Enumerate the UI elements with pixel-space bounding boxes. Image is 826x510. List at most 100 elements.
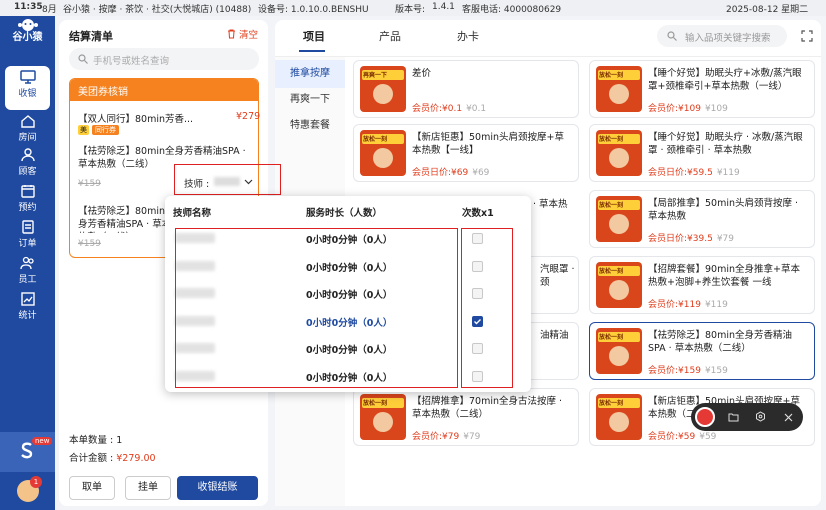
service-name: 【局部推拿】50min头肩颈背按摩 · 草本热敷 xyxy=(648,198,799,222)
service-thumbnail: 放松一刻 xyxy=(360,130,406,176)
service-card[interactable]: 再爽一下 差价会员价:¥0.1 ¥0.1 xyxy=(353,60,579,118)
calendar-icon xyxy=(20,185,35,198)
original-price: ¥69 xyxy=(472,168,490,178)
highlight-technician-selector xyxy=(174,164,281,195)
cart-item-orig-price: ¥159 xyxy=(78,239,101,249)
service-thumbnail: 放松一刻 xyxy=(596,394,642,440)
service-card[interactable]: 放松一刻 【祛劳除乏】80min全身芳香精油SPA · 草本热敷（二线） 会员价:¥… xyxy=(589,322,815,380)
thumbnail-label: 放松一刻 xyxy=(599,72,624,79)
tab-cards[interactable]: 办卡 xyxy=(457,28,479,44)
tab-services[interactable]: 项目 xyxy=(303,28,325,44)
search-icon xyxy=(78,54,88,64)
service-name-fragment: · 草本热 xyxy=(533,199,568,210)
service-name: 【招牌套餐】90min全身推拿+草本热敷+泡脚+养生饮套餐 一线 xyxy=(648,264,800,288)
clear-label: 清空 xyxy=(239,30,259,41)
service-card[interactable]: 放松一刻 【局部推拿】50min头肩颈背按摩 · 草本热敷 会员日价:¥39.5 ¥7… xyxy=(589,190,815,248)
nav-label: 房间 xyxy=(18,133,37,143)
mascot-icon xyxy=(373,148,393,168)
nav-item-statistics[interactable]: 统计 xyxy=(0,288,55,332)
hold-order-button[interactable]: 挂单 xyxy=(125,476,171,500)
service-price: 会员价:¥159 ¥159 xyxy=(648,363,728,376)
divider xyxy=(275,56,821,57)
nav-label: 统计 xyxy=(18,311,37,321)
mascot-icon xyxy=(609,412,629,432)
service-name: 差价 xyxy=(412,68,432,79)
mascot-icon xyxy=(373,84,393,104)
member-search-input[interactable]: 手机号或姓名查询 xyxy=(69,48,259,70)
version-value: 1.4.1 xyxy=(432,2,455,12)
search-placeholder: 手机号或姓名查询 xyxy=(93,56,170,67)
member-price: 会员价:¥109 xyxy=(648,104,701,114)
mascot-icon xyxy=(609,84,629,104)
member-price: 会员价:¥119 xyxy=(648,300,701,310)
service-price: 会员价:¥0.1 ¥0.1 xyxy=(412,101,486,114)
service-thumbnail: 放松一刻 xyxy=(596,328,642,374)
app-switch-button[interactable]: new xyxy=(0,432,55,472)
checkout-button[interactable]: 收银结账 xyxy=(177,476,258,500)
thumbnail-label: 再爽一下 xyxy=(363,72,388,79)
mascot-icon xyxy=(609,346,629,366)
tab-products[interactable]: 产品 xyxy=(379,28,401,44)
category-relax[interactable]: 再爽一下 xyxy=(275,86,345,114)
service-price: 会员日价:¥59.5 ¥119 xyxy=(648,165,740,178)
thumbnail-label: 放松一刻 xyxy=(363,400,388,407)
nav-label: 顾客 xyxy=(18,167,37,177)
avatar[interactable]: 1 xyxy=(17,476,42,502)
service-thumbnail: 放松一刻 xyxy=(596,66,642,112)
thumbnail-label: 放松一刻 xyxy=(599,400,624,407)
count-row: 本单数量 : 1 xyxy=(69,432,122,446)
record-button[interactable] xyxy=(695,407,715,427)
close-icon[interactable] xyxy=(784,413,793,422)
statistics-icon xyxy=(20,292,35,306)
nav-label: 收银 xyxy=(18,89,37,99)
cart-item-name[interactable]: 【祛劳除乏】80min全身芳香精油SPA · 草本热敷（二线） xyxy=(78,205,178,233)
cancel-order-button[interactable]: 取单 xyxy=(69,476,115,500)
meituan-tag: 美 xyxy=(78,125,89,135)
mascot-icon xyxy=(609,214,629,234)
mascot-icon xyxy=(609,148,629,168)
member-price: 会员日价:¥59.5 xyxy=(648,168,713,178)
service-card[interactable]: 放松一刻 【招牌推拿】70min全身古法按摩 · 草本热敷（二线） 会员价:¥79 ¥… xyxy=(353,388,579,446)
staff-icon xyxy=(19,256,34,270)
highlight-technician-names xyxy=(175,228,458,388)
service-thumbnail: 放松一刻 xyxy=(596,130,642,176)
service-name-fragment: 油精油 xyxy=(540,330,569,341)
original-price: ¥59 xyxy=(699,432,717,442)
service-name: 【祛劳除乏】80min全身芳香精油SPA · 草本热敷（二线） xyxy=(648,330,793,354)
service-card[interactable]: 放松一刻 【睡个好觉】助眠头疗 · 冰敷/蒸汽眼罩 · 颈椎牵引 · 草本热敷 会员… xyxy=(589,124,815,182)
header-count: 次数x1 xyxy=(462,208,494,219)
count-value: 1 xyxy=(116,435,123,446)
folder-icon[interactable] xyxy=(728,412,739,422)
category-special-package[interactable]: 特惠套餐 xyxy=(275,112,345,140)
cart-item-name[interactable]: 【双人同行】80min芳香... xyxy=(78,111,193,125)
header-technician-name: 技师名称 xyxy=(173,208,212,219)
service-card[interactable]: 放松一刻 【招牌套餐】90min全身推拿+草本热敷+泡脚+养生饮套餐 一线会员价:… xyxy=(589,256,815,314)
screen-recorder-toolbar xyxy=(691,403,803,431)
service-card[interactable]: 放松一刻 【睡个好觉】助眠头疗+冰敷/蒸汽眼罩+颈椎牵引+草本热敷（一线） 会员价:… xyxy=(589,60,815,118)
order-icon xyxy=(21,220,34,234)
service-thumbnail: 放松一刻 xyxy=(360,394,406,440)
thumbnail-label: 放松一刻 xyxy=(599,202,624,209)
monkey-logo-icon xyxy=(17,19,38,31)
service-thumbnail: 放松一刻 xyxy=(596,262,642,308)
status-datetime: 2025-08-12 星期二 xyxy=(726,5,809,15)
settings-icon[interactable] xyxy=(755,411,766,422)
service-name-fragment: 汽眼罩 · 颈 xyxy=(540,264,575,288)
mascot-icon xyxy=(609,280,629,300)
original-price: ¥119 xyxy=(704,300,728,310)
clear-button[interactable]: 清空 xyxy=(227,27,258,41)
nav-item-cashier[interactable]: 收银 xyxy=(5,66,50,110)
item-search-input[interactable]: 输入品项关键字搜索 xyxy=(657,25,787,47)
search-placeholder: 输入品项关键字搜索 xyxy=(685,33,771,44)
store-name: 谷小猿 · 按摩 · 茶饮 · 社交(大悦城店) (10488) xyxy=(63,5,252,15)
member-price: 会员价:¥159 xyxy=(648,366,701,376)
count-label: 本单数量 : xyxy=(69,435,114,446)
original-price: ¥159 xyxy=(704,366,728,376)
member-price: 会员价:¥0.1 xyxy=(412,104,463,114)
fullscreen-icon[interactable] xyxy=(801,30,813,42)
member-price: 会员日价:¥39.5 xyxy=(648,234,713,244)
total-row: 合计金额 : ¥279.00 xyxy=(69,450,156,464)
service-card[interactable]: 放松一刻 【新店钜惠】50min头肩颈按摩+草本热敷【一线】 会员日价:¥69 ¥69 xyxy=(353,124,579,182)
voucher-header: 美团券核销 xyxy=(70,79,258,101)
category-massage[interactable]: 推拿按摩 xyxy=(275,60,345,88)
